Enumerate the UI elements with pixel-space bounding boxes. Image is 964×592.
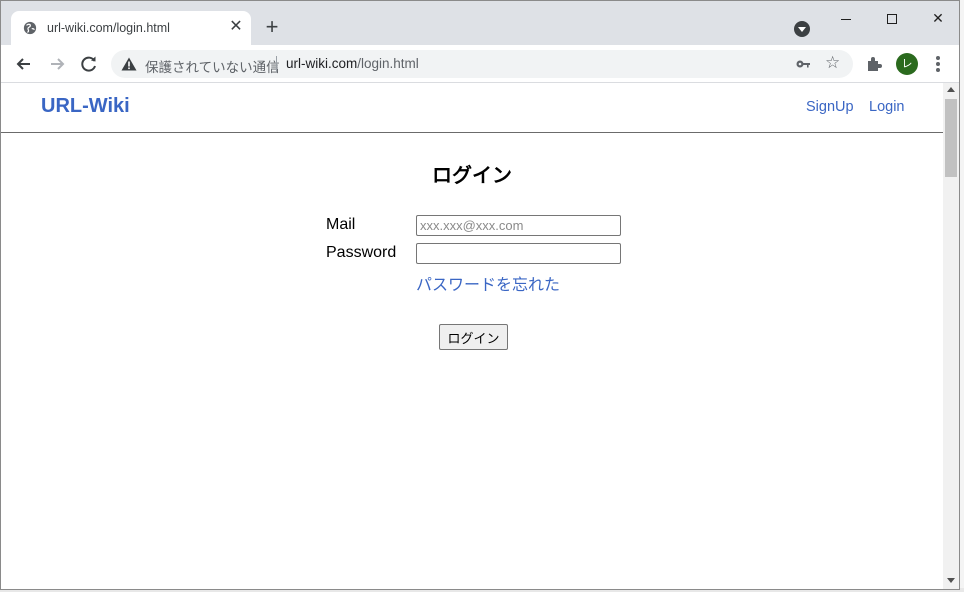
- kebab-menu-icon[interactable]: [931, 54, 945, 74]
- url-text[interactable]: url-wiki.com/login.html: [286, 56, 419, 71]
- omnibox-divider: [276, 56, 277, 72]
- browser-window: url-wiki.com/login.html ✕ + ✕ 保護されていない通信: [0, 0, 960, 590]
- scroll-down-arrow-icon[interactable]: [947, 578, 955, 583]
- password-label: Password: [326, 244, 397, 261]
- browser-tab[interactable]: url-wiki.com/login.html ✕: [11, 11, 251, 45]
- signup-link[interactable]: SignUp: [806, 99, 854, 115]
- url-path: /login.html: [357, 56, 419, 71]
- star-icon[interactable]: ☆: [825, 54, 843, 72]
- plus-icon[interactable]: +: [262, 16, 282, 38]
- login-submit-button[interactable]: ログイン: [439, 324, 508, 350]
- window-close-button[interactable]: ✕: [923, 7, 953, 29]
- site-logo[interactable]: URL-Wiki: [41, 95, 130, 118]
- close-icon[interactable]: ✕: [227, 18, 245, 36]
- maximize-button[interactable]: [877, 7, 907, 29]
- login-link[interactable]: Login: [869, 99, 904, 115]
- forgot-password-link[interactable]: パスワードを忘れた: [416, 271, 560, 295]
- profile-avatar[interactable]: レ: [896, 53, 918, 75]
- page-scrollbar[interactable]: [943, 83, 959, 589]
- page-viewport: URL-Wiki SignUp Login ログイン Mail Password…: [1, 83, 943, 589]
- forward-arrow-icon[interactable]: [46, 53, 68, 75]
- password-input[interactable]: [416, 243, 621, 264]
- tab-title: url-wiki.com/login.html: [47, 21, 170, 35]
- security-status-text[interactable]: 保護されていない通信: [145, 56, 280, 76]
- minimize-button[interactable]: [831, 7, 861, 29]
- reload-icon[interactable]: [78, 53, 100, 75]
- back-arrow-icon[interactable]: [13, 53, 35, 75]
- scroll-up-arrow-icon[interactable]: [947, 87, 955, 92]
- scrollbar-thumb[interactable]: [945, 99, 957, 177]
- tab-search-icon[interactable]: [794, 21, 810, 37]
- key-icon[interactable]: [795, 56, 811, 72]
- page-title: ログイン: [432, 165, 512, 187]
- browser-toolbar: 保護されていない通信 url-wiki.com/login.html ☆ レ: [1, 45, 959, 83]
- globe-icon: [23, 21, 37, 35]
- warning-icon[interactable]: [121, 57, 137, 71]
- mail-input[interactable]: [416, 215, 621, 236]
- site-header: URL-Wiki SignUp Login: [1, 83, 943, 133]
- extensions-icon[interactable]: [865, 55, 883, 73]
- tab-strip: url-wiki.com/login.html ✕ + ✕: [1, 1, 959, 45]
- mail-label: Mail: [326, 216, 356, 233]
- address-bar[interactable]: 保護されていない通信 url-wiki.com/login.html ☆: [111, 50, 853, 78]
- url-host: url-wiki.com: [286, 56, 358, 71]
